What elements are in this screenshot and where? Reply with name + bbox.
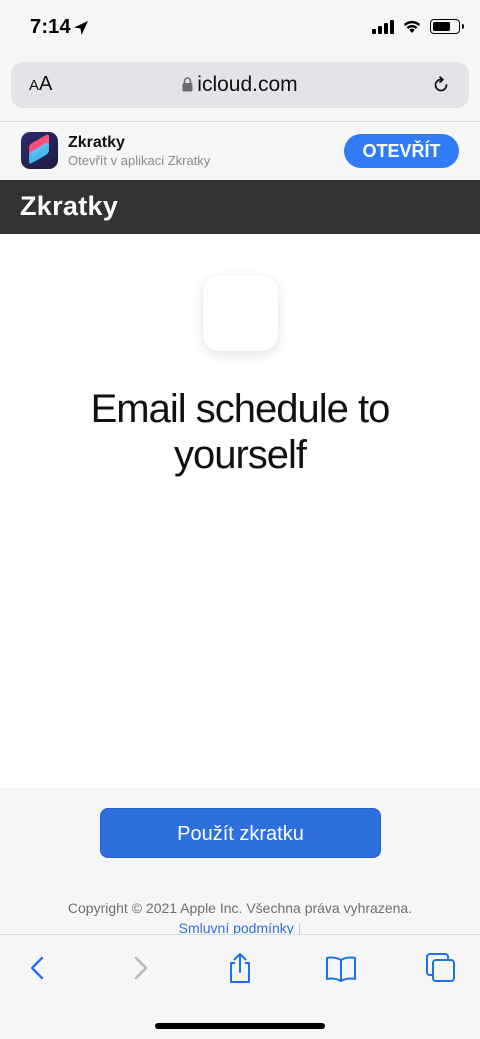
reload-icon[interactable]	[431, 75, 451, 95]
share-icon[interactable]	[223, 951, 257, 985]
browser-toolbar	[0, 934, 480, 1039]
site-title: Zkratky	[20, 191, 119, 221]
status-bar: 7:14	[0, 0, 480, 58]
shortcuts-app-icon	[21, 132, 58, 169]
location-arrow-icon	[74, 21, 88, 35]
open-app-button[interactable]: OTEVŘÍT	[344, 134, 459, 168]
wifi-icon	[403, 20, 421, 33]
address-bar[interactable]: AA icloud.com	[11, 62, 469, 108]
tabs-icon[interactable]	[424, 951, 458, 985]
url-text: icloud.com	[197, 73, 298, 96]
page-footer: Použít zkratku Copyright © 2021 Apple In…	[0, 788, 480, 936]
use-shortcut-button[interactable]: Použít zkratku	[100, 808, 381, 858]
shortcut-content: Email schedule to yourself	[0, 234, 480, 788]
banner-app-name: Zkratky	[68, 134, 125, 151]
status-icons	[372, 19, 464, 34]
url-field[interactable]: icloud.com	[11, 73, 469, 97]
forward-icon[interactable]	[123, 951, 157, 985]
back-icon[interactable]	[21, 951, 55, 985]
home-indicator	[155, 1023, 325, 1029]
smart-app-banner: Zkratky Otevřít v aplikaci Zkratky OTEVŘ…	[0, 121, 480, 180]
lock-icon	[182, 77, 193, 92]
banner-subtitle: Otevřít v aplikaci Zkratky	[68, 153, 211, 168]
shortcut-icon	[203, 276, 278, 351]
site-header: Zkratky	[0, 180, 480, 234]
copyright-text: Copyright © 2021 Apple Inc. Všechna práv…	[67, 900, 413, 936]
bookmarks-icon[interactable]	[324, 951, 358, 985]
status-time: 7:14	[30, 16, 71, 38]
cellular-signal-icon	[372, 19, 394, 34]
shortcut-name: Email schedule to yourself	[90, 387, 391, 477]
battery-icon	[430, 19, 464, 34]
